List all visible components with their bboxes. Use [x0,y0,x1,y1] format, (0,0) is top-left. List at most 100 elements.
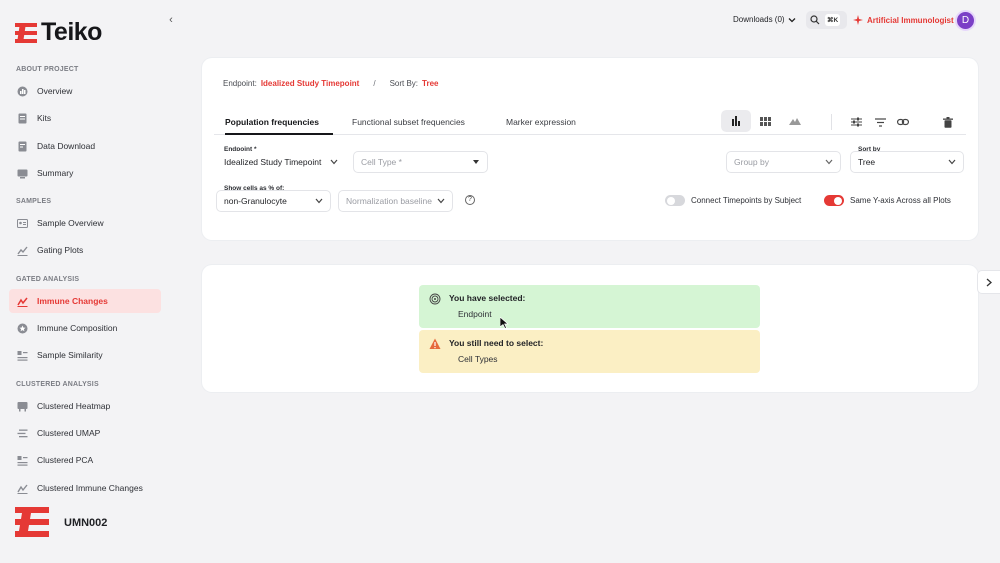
sidebar-item-clustered-pca[interactable]: Clustered PCA [9,448,161,472]
tab-marker-expression[interactable]: Marker expression [506,117,576,135]
breadcrumb-endpoint-key: Endpoint: [223,79,257,88]
needed-alert: You still need to select: Cell Types [419,330,760,373]
delete-button[interactable] [941,115,955,129]
heatmap-icon [17,401,28,412]
downloads-label: Downloads (0) [733,15,785,24]
app-name: Teiko [41,18,102,46]
show-cells-select[interactable]: non-Granulocyte [216,190,331,212]
trend-icon [17,483,28,494]
mouse-cursor-icon [500,317,509,329]
sidebar-item-immune-composition[interactable]: Immune Composition [9,316,161,340]
chevron-down-icon [330,159,338,165]
sidebar-item-label: Overview [37,86,73,96]
caret-down-icon [473,160,479,164]
link-icon [897,118,909,126]
download-document-icon [17,141,28,152]
chart-icon [17,245,28,256]
sort-by-select[interactable]: Tree [850,151,964,173]
filter-button[interactable] [873,115,887,129]
sparkle-icon [853,15,863,25]
grid-icon [760,116,771,126]
sidebar-item-label: Immune Composition [37,323,118,333]
bar-chart-icon [17,86,28,97]
normalization-select[interactable]: Normalization baseline [338,190,453,212]
mountain-icon [789,118,802,125]
sidebar-item-gating-plots[interactable]: Gating Plots [9,238,161,262]
controls-card: Endpoint: Idealized Study Timepoint / So… [202,58,978,240]
sidebar-item-summary[interactable]: Summary [9,161,161,185]
trend-icon [17,296,28,307]
document-icon [17,113,28,124]
bar-view-button[interactable] [721,110,751,132]
expand-panel-button[interactable] [977,270,1000,294]
grid-view-button[interactable] [751,110,781,132]
sidebar-item-clustered-umap[interactable]: Clustered UMAP [9,421,161,445]
chevron-down-icon [315,198,323,204]
sidebar-item-immune-changes[interactable]: Immune Changes [9,289,161,313]
tab-population-frequencies[interactable]: Population frequencies [225,117,333,135]
group-by-select[interactable]: Group by [726,151,841,173]
fingerprint-icon [429,293,441,305]
section-gated-analysis: GATED ANALYSIS [16,276,80,283]
selected-alert: You have selected: Endpoint [419,285,760,328]
show-cells-value: non-Granulocyte [224,196,287,206]
breadcrumb-sort-key: Sort By: [389,79,419,88]
sidebar-item-sample-overview[interactable]: Sample Overview [9,211,161,235]
group-by-placeholder: Group by [734,157,769,167]
chevron-down-icon [948,159,956,165]
ai-label: Artificial Immunologist [867,15,954,25]
same-yaxis-toggle[interactable] [824,195,844,206]
sidebar-item-clustered-heatmap[interactable]: Clustered Heatmap [9,394,161,418]
endpoint-select[interactable]: Idealized Study Timepoint [216,151,346,173]
toolbar-divider [831,114,832,130]
sidebar-item-overview[interactable]: Overview [9,79,161,103]
downloads-dropdown[interactable]: Downloads (0) [733,15,796,24]
needed-item: Cell Types [458,354,498,364]
teiko-logo[interactable]: Teiko [15,18,102,47]
sidebar-item-label: Gating Plots [37,245,84,255]
teiko-logo-icon [15,22,37,43]
breadcrumb-endpoint-value: Idealized Study Timepoint [260,79,360,88]
bar-chart-icon [731,116,740,126]
artificial-immunologist-button[interactable]: Artificial Immunologist [853,15,954,25]
sidebar-item-label: Clustered Immune Changes [37,483,143,493]
sidebar-item-label: Clustered Heatmap [37,401,111,411]
tab-functional-subset-frequencies[interactable]: Functional subset frequencies [352,117,465,135]
search-button[interactable]: ⌘K [806,11,847,29]
selected-item: Endpoint [458,309,492,319]
needed-title: You still need to select: [449,338,544,348]
sidebar-item-clustered-immune-changes[interactable]: Clustered Immune Changes [9,476,161,500]
chevron-down-icon [825,159,833,165]
breadcrumb-separator: / [373,79,376,88]
project-code: UMN002 [64,517,108,529]
sidebar-item-label: Immune Changes [37,296,108,306]
sidebar-item-label: Summary [37,168,74,178]
sidebar-item-label: Data Download [37,141,96,151]
toggle-knob [667,196,675,205]
breadcrumb-sort-value: Tree [422,79,439,88]
adjustments-button[interactable] [849,115,863,129]
sidebar-item-data-download[interactable]: Data Download [9,134,161,158]
endpoint-value: Idealized Study Timepoint [224,157,322,167]
section-clustered-analysis: CLUSTERED ANALYSIS [16,381,99,388]
link-button[interactable] [896,115,910,129]
sidebar-item-sample-similarity[interactable]: Sample Similarity [9,343,161,367]
lines-icon [17,428,28,439]
sidebar-item-kits[interactable]: Kits [9,106,161,130]
avatar[interactable]: D [955,10,976,31]
area-view-button[interactable] [780,110,810,132]
warning-icon [429,338,441,349]
connect-timepoints-label: Connect Timepoints by Subject [691,196,802,205]
cell-type-select[interactable]: Cell Type * [353,151,488,173]
star-badge-icon [17,323,28,334]
monitor-icon [17,168,28,179]
help-icon[interactable]: ? [465,195,475,205]
list-icon [17,455,28,466]
sidebar-item-label: Sample Overview [37,218,104,228]
connect-timepoints-toggle[interactable] [665,195,685,206]
collapse-sidebar-icon[interactable]: ‹ [165,14,177,26]
toggle-knob [834,196,842,205]
chevron-right-icon [986,278,992,286]
plot-area-card: You have selected: Endpoint You still ne… [202,265,978,392]
sort-by-value: Tree [858,157,876,167]
